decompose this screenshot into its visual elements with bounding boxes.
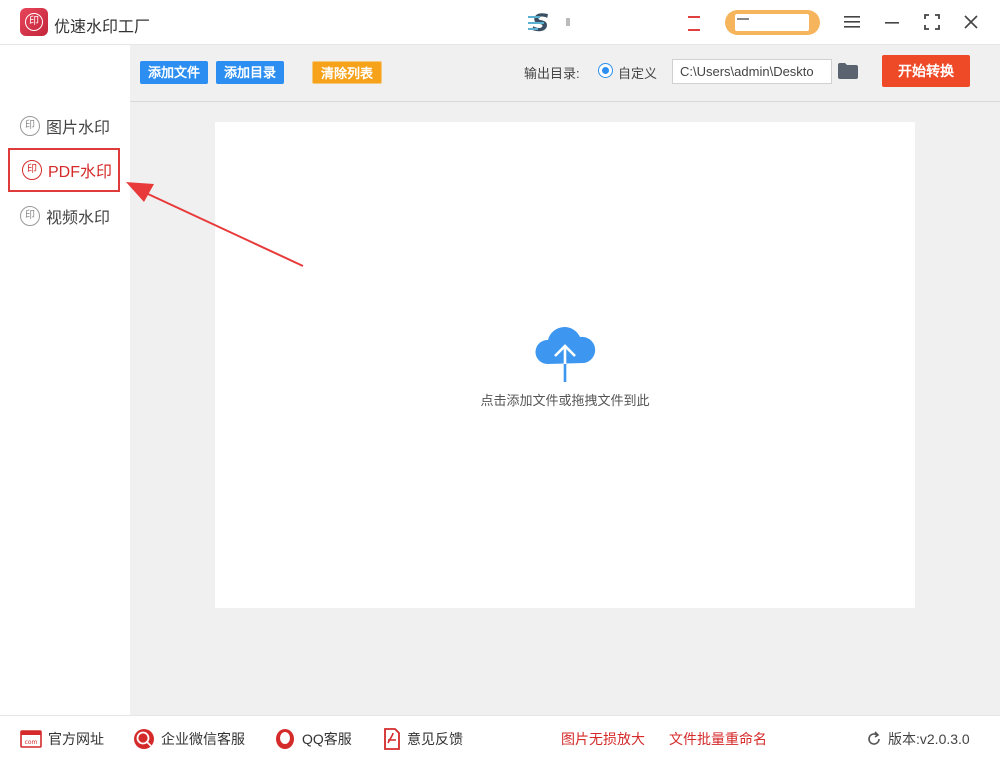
- sidebar-item-pdf-watermark[interactable]: 印 PDF水印: [8, 148, 120, 192]
- version-label: 版本:v2.0.3.0: [888, 731, 970, 747]
- file-drop-zone[interactable]: 点击添加文件或拖拽文件到此: [215, 122, 915, 608]
- watermark-stamp-icon: 印: [22, 160, 42, 180]
- watermark-stamp-icon: 印: [20, 206, 40, 226]
- drop-hint-text: 点击添加文件或拖拽文件到此: [480, 393, 650, 408]
- sidebar-item-label: 视频水印: [46, 210, 111, 227]
- output-dir-label: 输出目录:: [524, 66, 580, 81]
- app-logo: 印: [20, 8, 48, 36]
- version-check[interactable]: 版本:v2.0.3.0: [866, 728, 970, 750]
- official-website-link[interactable]: com 官方网址: [20, 728, 104, 750]
- website-icon: com: [20, 730, 42, 748]
- close-icon[interactable]: [957, 8, 985, 36]
- watermark-stamp-icon: 印: [20, 116, 40, 136]
- custom-output-radio[interactable]: [598, 63, 613, 78]
- title-bar: 印 优速水印工厂 S: [0, 0, 1000, 45]
- qq-icon: [276, 729, 294, 749]
- hamburger-red-icon[interactable]: [688, 15, 700, 31]
- feedback-link[interactable]: 意见反馈: [383, 728, 463, 750]
- output-path-input[interactable]: [672, 59, 832, 84]
- qq-service-link[interactable]: QQ客服: [274, 728, 352, 750]
- promo-logo[interactable]: S: [528, 9, 578, 37]
- minimize-icon[interactable]: [878, 8, 906, 36]
- svg-text:com: com: [25, 739, 38, 746]
- sidebar-item-label: 图片水印: [46, 120, 111, 137]
- qq-service-label: QQ客服: [302, 731, 352, 747]
- wechat-service-icon: [134, 729, 154, 749]
- wechat-service-link[interactable]: 企业微信客服: [133, 728, 245, 750]
- user-name-area: [735, 14, 809, 31]
- sidebar: 印 图片水印 印 PDF水印 印 视频水印: [0, 45, 130, 715]
- user-dash: [737, 18, 749, 20]
- app-title: 优速水印工厂: [54, 19, 151, 36]
- feedback-label: 意见反馈: [407, 731, 463, 747]
- batch-rename-link[interactable]: 文件批量重命名: [669, 728, 767, 750]
- feedback-icon: [384, 728, 400, 750]
- sidebar-item-label: PDF水印: [48, 164, 113, 181]
- add-file-button[interactable]: 添加文件: [140, 61, 209, 84]
- user-account-pill[interactable]: [725, 10, 820, 35]
- menu-icon[interactable]: [838, 8, 866, 36]
- clear-list-button[interactable]: 清除列表: [312, 61, 383, 84]
- maximize-icon[interactable]: [918, 8, 946, 36]
- refresh-icon: [868, 731, 880, 745]
- sidebar-item-video-watermark[interactable]: 印 视频水印: [8, 194, 120, 238]
- toolbar: 添加文件 添加目录 清除列表 输出目录: 自定义 开始转换: [130, 45, 1000, 102]
- start-convert-button[interactable]: 开始转换: [882, 55, 970, 87]
- add-directory-button[interactable]: 添加目录: [216, 61, 285, 84]
- cloud-upload-icon: [533, 326, 597, 382]
- wechat-service-label: 企业微信客服: [161, 731, 245, 747]
- status-bar: com 官方网址 企业微信客服 QQ客服 意见反馈 图片无损放大 文件批量重命名…: [0, 715, 1000, 760]
- custom-output-label[interactable]: 自定义: [618, 63, 657, 82]
- lossless-enlarge-link[interactable]: 图片无损放大: [561, 728, 645, 750]
- folder-icon[interactable]: [838, 63, 858, 79]
- sidebar-item-image-watermark[interactable]: 印 图片水印: [8, 104, 120, 148]
- logo-glyph: 印: [25, 13, 43, 31]
- website-label: 官方网址: [48, 731, 104, 747]
